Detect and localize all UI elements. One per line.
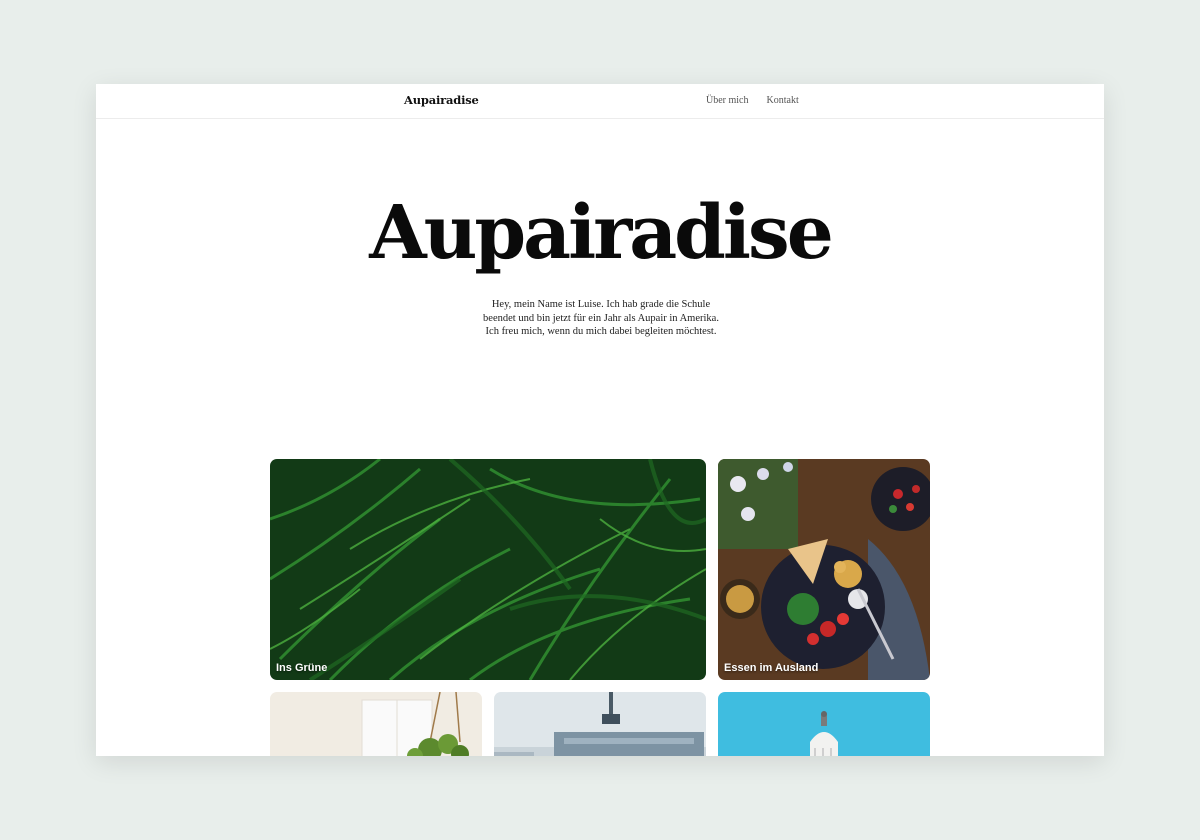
hanging-plant-room-image	[270, 692, 482, 756]
hero-intro-text: Hey, mein Name ist Luise. Ich hab grade …	[483, 299, 719, 337]
category-card-5[interactable]	[718, 692, 930, 756]
browser-page: Aupairadise Über mich Kontakt Aupairadis…	[96, 84, 1104, 756]
city-skyline-image	[494, 692, 706, 756]
fern-leaves-image	[270, 459, 706, 680]
hero-title: Aupairadise	[369, 190, 834, 276]
card-label: Ins Grüne	[276, 662, 328, 674]
top-navigation: Aupairadise Über mich Kontakt	[96, 84, 1104, 119]
category-card-ins-gruene[interactable]: Ins Grüne	[270, 459, 706, 680]
card-label: Essen im Ausland	[724, 662, 819, 674]
capitol-dome-image	[718, 692, 930, 756]
nav-links: Über mich Kontakt	[706, 95, 799, 106]
salad-bowl-image	[718, 459, 930, 680]
nav-link-ueber-mich[interactable]: Über mich	[706, 95, 749, 106]
category-card-essen-im-ausland[interactable]: Essen im Ausland	[718, 459, 930, 680]
category-card-4[interactable]	[494, 692, 706, 756]
brand-logo[interactable]: Aupairadise	[404, 93, 479, 107]
category-card-3[interactable]	[270, 692, 482, 756]
nav-link-kontakt[interactable]: Kontakt	[767, 95, 799, 106]
